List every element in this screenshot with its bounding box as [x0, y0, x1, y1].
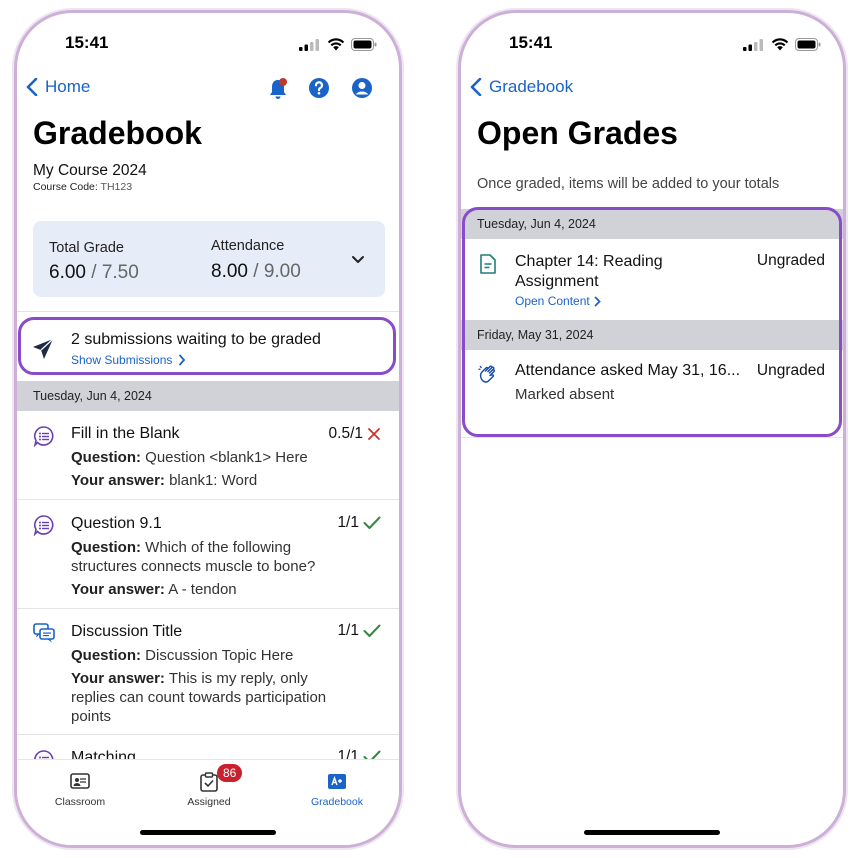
item-score-value: 0.5/1 — [328, 425, 363, 442]
divider — [461, 437, 843, 438]
discussion-icon — [33, 623, 55, 643]
attendance-max: / 9.00 — [253, 261, 301, 282]
home-indicator — [140, 830, 276, 835]
tab-label: Assigned — [187, 796, 231, 808]
profile-icon[interactable] — [351, 77, 373, 99]
item-answer: Your answer: This is my reply, only repl… — [71, 669, 333, 726]
attendance-label: Attendance — [211, 238, 285, 254]
back-button[interactable]: Gradebook — [469, 77, 573, 97]
item-score-value: 1/1 — [337, 514, 359, 531]
item-question: Question: Question <blank1> Here — [71, 448, 371, 467]
open-grades-screen: 15:41 Gradebook Open Grades Once graded,… — [458, 10, 846, 848]
incorrect-icon — [368, 428, 380, 440]
tab-gradebook[interactable]: Gradebook — [292, 772, 382, 808]
answer-text: A - tendon — [168, 581, 237, 598]
answer-label: Your answer: — [71, 472, 165, 489]
status-bar: 15:41 — [461, 33, 843, 57]
status-time: 15:41 — [509, 33, 553, 52]
course-name: My Course 2024 — [33, 162, 147, 179]
attendance-score: 8.00 — [211, 261, 248, 282]
back-button[interactable]: Home — [25, 77, 90, 97]
grade-item[interactable]: Question 9.1 1/1 Question: Which of the … — [17, 501, 399, 607]
course-code-label: Course Code: — [33, 181, 98, 193]
status-bar: 15:41 — [17, 33, 399, 57]
checkmark-icon — [363, 516, 381, 529]
notification-bell-icon[interactable] — [267, 77, 289, 101]
submissions-highlight — [18, 317, 396, 375]
page-title: Gradebook — [33, 115, 202, 151]
item-answer: Your answer: A - tendon — [71, 580, 371, 599]
chevron-left-icon — [26, 78, 38, 96]
course-code-value: TH123 — [100, 181, 133, 193]
back-label: Home — [45, 77, 91, 96]
wifi-icon — [771, 38, 789, 51]
tab-label: Gradebook — [311, 796, 363, 808]
tab-label: Classroom — [54, 796, 106, 808]
question-text: Question <blank1> Here — [145, 449, 308, 466]
item-score-value: 1/1 — [337, 622, 359, 639]
divider — [17, 311, 399, 312]
item-score: 1/1 — [337, 514, 381, 532]
tab-classroom[interactable]: Classroom — [35, 772, 125, 808]
grade-item[interactable]: Fill in the Blank 0.5/1 Question: Questi… — [17, 411, 399, 501]
answer-label: Your answer: — [71, 581, 165, 598]
item-title: Fill in the Blank — [71, 425, 180, 442]
checkmark-icon — [363, 624, 381, 637]
page-title: Open Grades — [477, 115, 678, 151]
signal-icon — [299, 39, 319, 51]
question-text: Discussion Topic Here — [145, 647, 294, 664]
item-score: 1/1 — [337, 622, 381, 640]
battery-icon — [351, 38, 377, 51]
question-icon — [33, 515, 54, 536]
back-label: Gradebook — [489, 77, 574, 96]
status-time: 15:41 — [65, 33, 109, 52]
item-question: Question: Which of the following structu… — [71, 538, 347, 576]
signal-icon — [743, 39, 763, 51]
nav-bar: Home — [17, 77, 399, 105]
chevron-left-icon — [470, 78, 482, 96]
gradebook-screen: 15:41 Home Gradebook My Course 2024 Cour… — [14, 10, 402, 848]
item-question: Question: Discussion Topic Here — [71, 646, 371, 665]
tab-assigned[interactable]: Assigned 86 — [164, 764, 254, 808]
chevron-down-icon[interactable] — [351, 255, 365, 265]
battery-icon — [795, 38, 821, 51]
grade-summary-card[interactable]: Total Grade 6.00 / 7.50 Attendance 8.00 … — [33, 221, 385, 297]
classroom-icon — [70, 773, 90, 789]
nav-bar: Gradebook — [461, 77, 843, 105]
answer-text: blank1: Word — [169, 472, 258, 489]
gradebook-icon — [328, 774, 346, 789]
question-label: Question: — [71, 647, 141, 664]
question-label: Question: — [71, 539, 141, 556]
divider — [17, 499, 399, 500]
item-title: Question 9.1 — [71, 515, 162, 532]
total-grade-label: Total Grade — [49, 240, 124, 256]
attendance-value: 8.00 / 9.00 — [211, 261, 301, 283]
grade-item[interactable]: Discussion Title 1/1 Question: Discussio… — [17, 609, 399, 733]
course-code: Course Code: TH123 — [33, 181, 132, 193]
item-answer: Your answer: blank1: Word — [71, 471, 371, 490]
help-icon[interactable] — [308, 77, 330, 99]
question-label: Question: — [71, 449, 141, 466]
home-indicator — [584, 830, 720, 835]
tab-bar: Classroom Assigned 86 Gradebook — [17, 759, 399, 845]
wifi-icon — [327, 38, 345, 51]
open-grades-highlight — [462, 207, 842, 437]
section-date-header: Tuesday, Jun 4, 2024 — [17, 381, 399, 411]
total-grade-max: / 7.50 — [91, 262, 139, 283]
page-subtitle: Once graded, items will be added to your… — [477, 176, 780, 192]
question-icon — [33, 426, 54, 447]
total-grade-value: 6.00 / 7.50 — [49, 262, 139, 284]
item-title: Discussion Title — [71, 623, 183, 640]
assigned-count-badge: 86 — [217, 764, 243, 782]
total-grade-score: 6.00 — [49, 262, 86, 283]
item-score: 0.5/1 — [329, 425, 381, 443]
answer-label: Your answer: — [71, 670, 165, 687]
